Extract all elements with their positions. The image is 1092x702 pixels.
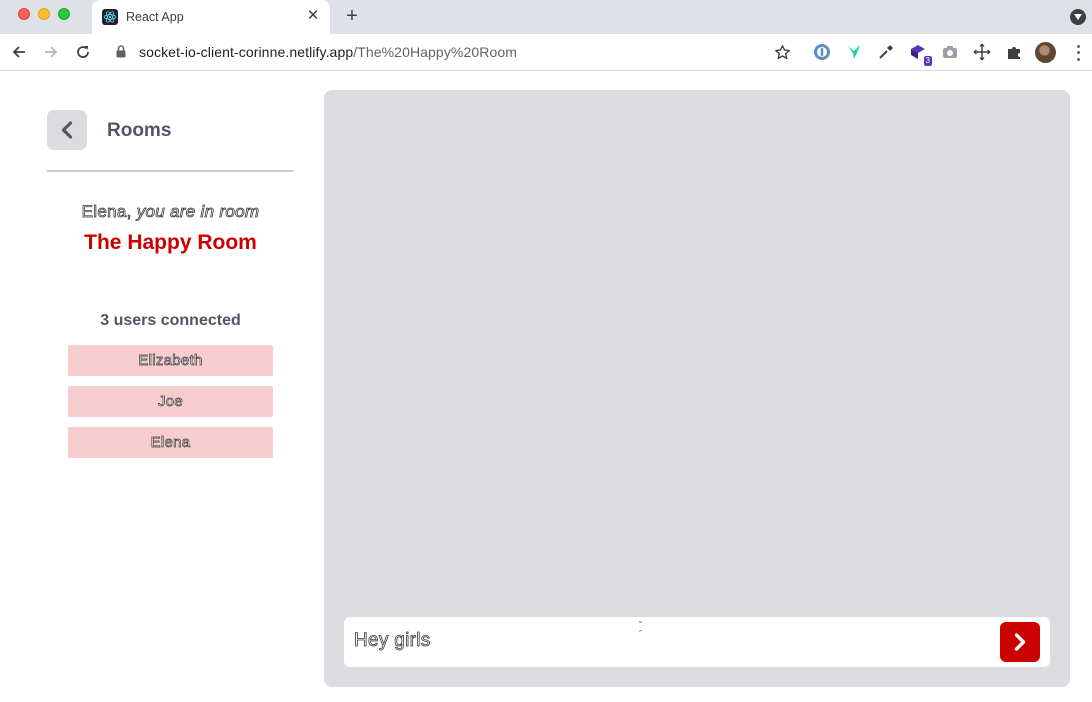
- extension-cube-icon[interactable]: 3: [908, 42, 932, 66]
- extension-badge: 3: [923, 56, 932, 66]
- url-host: socket-io-client-corinne.netlify.app: [139, 44, 354, 60]
- extension-bird-icon[interactable]: [844, 42, 864, 62]
- user-item: Joe: [68, 386, 273, 417]
- lock-icon[interactable]: [116, 45, 126, 63]
- window-close-button[interactable]: [18, 8, 30, 20]
- reload-icon[interactable]: [72, 41, 94, 63]
- browser-tab[interactable]: React App ✕: [92, 0, 330, 34]
- back-arrow-icon[interactable]: [8, 41, 30, 63]
- user-item: Elizabeth: [68, 345, 273, 376]
- tab-search-icon[interactable]: [1070, 9, 1086, 25]
- react-icon: [102, 9, 118, 25]
- app-page: Rooms Elena, you are in room The Happy R…: [0, 71, 1092, 702]
- back-to-rooms-button[interactable]: [47, 110, 87, 150]
- browser-tab-bar: React App ✕ +: [0, 0, 1092, 34]
- user-list: Elizabeth Joe Elena: [68, 345, 273, 468]
- current-room-name: The Happy Room: [84, 231, 257, 254]
- tab-title: React App: [126, 10, 184, 24]
- message-input[interactable]: Hey girls: [354, 630, 431, 652]
- bookmark-star-icon[interactable]: [772, 42, 792, 62]
- chat-panel: Hey girls ˘ ˆ: [324, 90, 1070, 687]
- close-tab-icon[interactable]: ✕: [304, 7, 322, 25]
- send-button[interactable]: [1000, 622, 1040, 662]
- address-bar[interactable]: socket-io-client-corinne.netlify.app/The…: [139, 44, 517, 60]
- profile-avatar[interactable]: [1035, 42, 1056, 63]
- extension-1password-icon[interactable]: [812, 42, 832, 62]
- user-item: Elena: [68, 427, 273, 458]
- greeting-text: you are in room: [131, 202, 260, 222]
- text-cursor-icon: ˘ ˆ: [639, 620, 642, 639]
- message-bar: Hey girls ˘ ˆ: [344, 617, 1050, 667]
- new-tab-button[interactable]: +: [341, 5, 363, 27]
- sidebar-divider: [47, 170, 294, 172]
- browser-toolbar: socket-io-client-corinne.netlify.app/The…: [0, 34, 1092, 71]
- url-path: /The%20Happy%20Room: [353, 44, 517, 60]
- eyedropper-icon[interactable]: [876, 42, 896, 62]
- window-minimize-button[interactable]: [38, 8, 50, 20]
- greeting-user-name: Elena,: [81, 202, 132, 222]
- window-maximize-button[interactable]: [58, 8, 70, 20]
- chevron-left-icon: [61, 121, 73, 139]
- browser-menu-icon[interactable]: [1072, 43, 1084, 63]
- camera-icon[interactable]: [940, 42, 960, 62]
- forward-arrow-icon[interactable]: [40, 41, 62, 63]
- room-greeting: Elena, you are in room: [47, 202, 294, 222]
- users-connected-heading: 3 users connected: [100, 312, 241, 329]
- rooms-title: Rooms: [107, 120, 172, 141]
- move-cursor-icon[interactable]: [972, 42, 992, 62]
- extensions-puzzle-icon[interactable]: [1004, 42, 1024, 62]
- chevron-right-icon: [1014, 633, 1026, 651]
